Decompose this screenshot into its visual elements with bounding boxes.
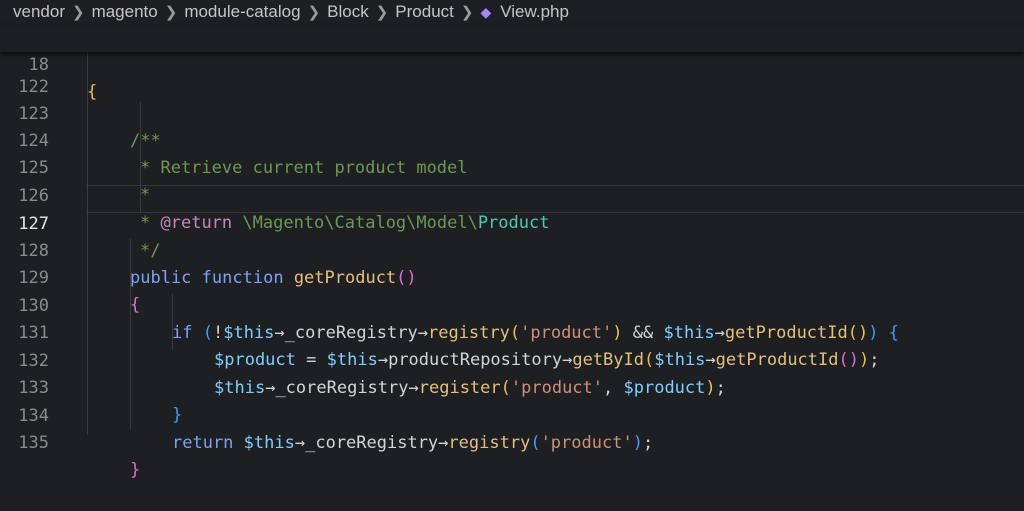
code-text: } [130, 460, 141, 480]
chevron-right-icon: ❯ [71, 4, 85, 21]
operator-token: → [294, 433, 306, 453]
breadcrumb-item-product[interactable]: Product [395, 2, 454, 22]
operator-token: → [438, 433, 449, 453]
chevron-right-icon: ❯ [375, 4, 389, 21]
code-line[interactable]: 134 return $this→_coreRegistry→registry(… [0, 376, 1024, 453]
chevron-right-icon: ❯ [164, 4, 178, 21]
code-line[interactable]: 125 * [0, 128, 1024, 205]
sticky-line[interactable]: 18 { [0, 25, 1024, 102]
code-text: return $this→_coreRegistry→registry('pro… [172, 433, 654, 453]
code-line[interactable]: 133 } [0, 348, 1024, 425]
breadcrumb: vendor ❯ magento ❯ module-catalog ❯ Bloc… [0, 0, 1024, 24]
chevron-right-icon: ❯ [307, 4, 321, 21]
code-line[interactable]: 132 $this→_coreRegistry→register('produc… [0, 321, 1024, 398]
code-line[interactable]: 131 $product = $this→productRepository→g… [0, 293, 1024, 370]
code-line[interactable]: 127 */ [0, 184, 1024, 261]
line-number: 18 [28, 55, 49, 75]
php-elephant-icon: ◆ [480, 3, 492, 20]
function-token: registry [448, 433, 531, 453]
code-line[interactable]: 129 { [0, 238, 1024, 315]
code-line[interactable]: 130 if (!$this→_coreRegistry→registry('p… [0, 266, 1024, 343]
breadcrumb-item-block[interactable]: Block [327, 2, 369, 22]
breadcrumb-item-vendor[interactable]: vendor [13, 2, 65, 22]
property-token: _coreRegistry [305, 433, 439, 453]
code-line[interactable]: 124 * Retrieve current product model [0, 101, 1024, 178]
code-line[interactable]: 126 * @return \Magento\Catalog\Model\Pro… [0, 156, 1024, 233]
code-line[interactable]: 135 } [0, 403, 1024, 480]
breadcrumb-item-module-catalog[interactable]: module-catalog [184, 2, 300, 22]
code-line[interactable]: 123 /** [0, 74, 1024, 151]
code-line[interactable]: 128 public function getProduct() [0, 211, 1024, 288]
sticky-scroll-header[interactable]: 18 { [0, 25, 1024, 102]
chevron-right-icon: ❯ [460, 4, 474, 21]
string-token: 'product' [540, 433, 633, 453]
keyword-token: return [172, 433, 234, 453]
line-number: 135 [18, 433, 49, 453]
sticky-code: { [87, 82, 98, 102]
breadcrumb-item-magento[interactable]: magento [92, 2, 158, 22]
variable-token: $this [243, 433, 295, 453]
breadcrumb-file[interactable]: View.php [500, 2, 569, 22]
